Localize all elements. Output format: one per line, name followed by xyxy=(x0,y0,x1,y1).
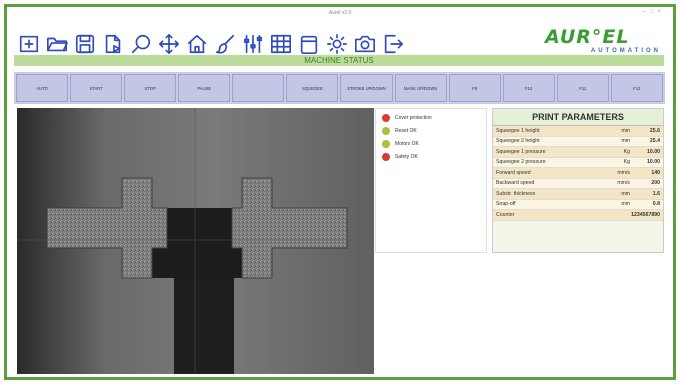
camera-icon[interactable] xyxy=(353,31,377,57)
squegee-button[interactable]: SQUEGEE xyxy=(286,74,339,102)
param-row[interactable]: Snap-off mm 0.8 xyxy=(493,199,663,210)
f10-button[interactable]: F10 xyxy=(502,74,555,102)
status-indicator-icon xyxy=(382,114,390,122)
window-controls[interactable]: –□× xyxy=(643,9,665,15)
function-buttons: AUTO START STOP PAUSE SQUEGEE STROKE UP/… xyxy=(14,72,665,104)
param-row[interactable]: Counter 1234567890 xyxy=(493,210,663,221)
brush-icon[interactable] xyxy=(213,31,237,57)
machine-status-panel: Cover protection Reset OK Motors OK Safe… xyxy=(375,108,487,253)
param-label: Squeegee 2 pressure xyxy=(496,159,546,166)
open-folder-icon[interactable] xyxy=(45,31,69,57)
status-label: Safety OK xyxy=(395,154,418,160)
param-row[interactable]: Forward speed mm/s 140 xyxy=(493,168,663,179)
param-label: Counter xyxy=(496,211,515,218)
param-row[interactable]: Squeegee 1 pressure Kg 10.00 xyxy=(493,147,663,158)
param-label: Squeegee 1 height xyxy=(496,127,540,134)
param-unit: Kg xyxy=(623,148,630,155)
move-icon[interactable] xyxy=(157,31,181,57)
param-label: Forward speed xyxy=(496,169,531,176)
param-row[interactable]: Substr. thickness mm 1.6 xyxy=(493,189,663,200)
param-value[interactable]: 1.6 xyxy=(630,191,663,197)
camera-view[interactable] xyxy=(17,108,374,374)
auto-button[interactable]: AUTO xyxy=(16,74,69,102)
param-label: Squeegee 2 height xyxy=(496,138,540,145)
status-row: Motors OK xyxy=(382,140,486,148)
param-value[interactable]: 25.6 xyxy=(630,128,663,134)
param-value[interactable]: 10.00 xyxy=(630,149,663,155)
logo-sub: AUTOMATION xyxy=(590,48,661,54)
close-icon[interactable]: × xyxy=(657,9,665,15)
param-value[interactable]: 10.00 xyxy=(630,159,663,165)
pause-button[interactable]: PAUSE xyxy=(178,74,231,102)
param-unit: mm xyxy=(621,201,630,208)
blank-button[interactable] xyxy=(232,74,285,102)
exit-icon[interactable] xyxy=(381,31,405,57)
sliders-icon[interactable] xyxy=(241,31,265,57)
param-value[interactable]: 140 xyxy=(630,170,663,176)
new-icon[interactable] xyxy=(17,31,41,57)
param-value[interactable]: 1234567890 xyxy=(630,212,663,218)
grid-icon[interactable] xyxy=(269,31,293,57)
settings-icon[interactable] xyxy=(325,31,349,57)
param-value[interactable]: 200 xyxy=(630,180,663,186)
param-row[interactable]: Squeegee 1 height mm 25.6 xyxy=(493,126,663,137)
param-unit: mm/s xyxy=(617,169,630,176)
status-label: Cover protection xyxy=(395,115,432,121)
start-button[interactable]: START xyxy=(70,74,123,102)
param-unit: mm xyxy=(621,138,630,145)
param-label: Snap-off xyxy=(496,201,516,208)
param-label: Substr. thickness xyxy=(496,190,536,197)
logo-main: AUR°EL xyxy=(545,26,630,48)
status-indicator-icon xyxy=(382,140,390,148)
f11-button[interactable]: F11 xyxy=(556,74,609,102)
status-label: Motors OK xyxy=(395,141,419,147)
maximize-icon[interactable]: □ xyxy=(650,9,658,15)
status-label: Reset OK xyxy=(395,128,417,134)
minimize-icon[interactable]: – xyxy=(643,9,650,15)
f12-button[interactable]: F12 xyxy=(610,74,663,102)
home-icon[interactable] xyxy=(185,31,209,57)
window-title: Aurel v2.0 xyxy=(328,10,352,16)
clipboard-icon[interactable] xyxy=(297,31,321,57)
status-row: Cover protection xyxy=(382,114,486,122)
status-row: Reset OK xyxy=(382,127,486,135)
mask-updown-button[interactable]: MASK UP/DOWN xyxy=(394,74,447,102)
param-label: Squeegee 1 pressure xyxy=(496,148,546,155)
print-icon[interactable] xyxy=(101,31,125,57)
param-label: Backward speed xyxy=(496,180,535,187)
stroke-updown-button[interactable]: STROKE UP/DOWN xyxy=(340,74,393,102)
param-row[interactable]: Squeegee 2 height mm 25.4 xyxy=(493,136,663,147)
param-value[interactable]: 25.4 xyxy=(630,138,663,144)
machine-status-bar: MACHINE STATUS xyxy=(14,55,664,66)
stop-button[interactable]: STOP xyxy=(124,74,177,102)
param-unit: Kg xyxy=(623,159,630,166)
param-row[interactable]: Backward speed mm/s 200 xyxy=(493,178,663,189)
search-icon[interactable] xyxy=(129,31,153,57)
param-unit: mm xyxy=(621,190,630,197)
params-title: PRINT PARAMETERS xyxy=(493,109,663,126)
save-icon[interactable] xyxy=(73,31,97,57)
status-indicator-icon xyxy=(382,153,390,161)
status-indicator-icon xyxy=(382,127,390,135)
param-value[interactable]: 0.8 xyxy=(630,201,663,207)
param-unit: mm/s xyxy=(617,180,630,187)
param-unit: mm xyxy=(621,127,630,134)
status-row: Safety OK xyxy=(382,153,486,161)
f8-button[interactable]: F8 xyxy=(448,74,501,102)
params-table: Squeegee 1 height mm 25.6 Squeegee 2 heigh… xyxy=(493,126,663,221)
print-parameters-panel: PRINT PARAMETERS Squeegee 1 height mm 25.6… xyxy=(492,108,664,253)
param-row[interactable]: Squeegee 2 pressure Kg 10.00 xyxy=(493,157,663,168)
